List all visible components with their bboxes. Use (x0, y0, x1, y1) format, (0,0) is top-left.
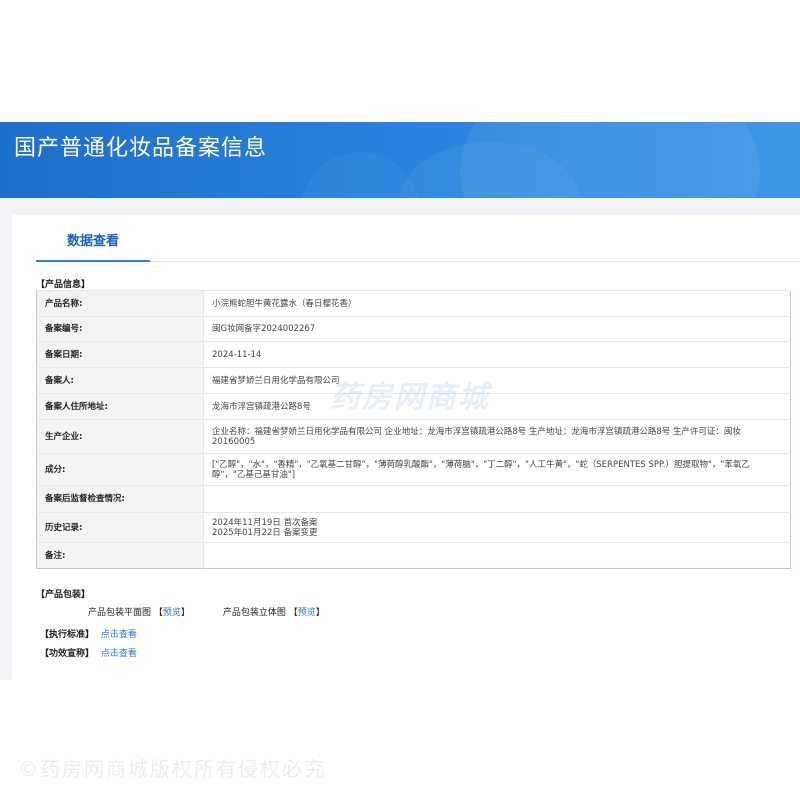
packaging-3d: 产品包装立体图 【预览】 (222, 608, 325, 618)
banner-decoration (300, 152, 420, 198)
filer-value: 福建省梦娇兰日用化学品有限公司 (203, 367, 791, 394)
filing-number-key: 备案编号: (36, 316, 204, 342)
filer-key: 备案人: (36, 367, 204, 394)
claims-row: 【功效宣称】 点击查看 (40, 648, 137, 660)
preview-flat-link[interactable]: 预览 (163, 608, 181, 618)
post-filing-inspection-key: 备案后监督检查情况: (36, 485, 204, 513)
standard-label: 【执行标准】 (40, 630, 95, 640)
header-banner: 国产普通化妆品备案信息 (0, 122, 800, 198)
filing-date-key: 备案日期: (36, 341, 204, 368)
packaging-row: 产品包装平面图 【预览】 产品包装立体图 【预览】 (88, 607, 355, 619)
table-row: 历史记录: 2024年11月19日 首次备案 2025年01月22日 备案变更 (36, 512, 791, 543)
remarks-value (203, 542, 791, 569)
history-value: 2024年11月19日 首次备案 2025年01月22日 备案变更 (203, 512, 791, 543)
claims-label: 【功效宣称】 (40, 649, 95, 659)
preview-3d-link[interactable]: 预览 (298, 608, 316, 618)
ingredients-key: 成分: (36, 453, 204, 486)
packaging-label: 【产品包装】 (36, 590, 91, 600)
table-row: 备案编号: 闽G妆网备字2024002267 (36, 316, 791, 342)
standard-row: 【执行标准】 点击查看 (40, 629, 137, 641)
manufacturer-key: 生产企业: (36, 419, 204, 454)
packaging-3d-label: 产品包装立体图 (222, 608, 286, 618)
filing-date-value: 2024-11-14 (203, 341, 791, 368)
standard-view-link[interactable]: 点击查看 (101, 630, 137, 640)
ingredients-value: ["乙醇"，"水"，"香精"，"乙氧基二甘醇"，"薄荷醇乳酸酯"，"薄荷脑"，"… (203, 453, 791, 486)
tab-bar: 数据查看 (36, 227, 800, 262)
copyright-watermark: ©药房网商城版权所有侵权必究 (18, 757, 326, 781)
filing-number-value: 闽G妆网备字2024002267 (203, 316, 791, 342)
content-panel: 数据查看 【产品信息】 产品名称: 小浣熊蛇胆牛黄花露水（春日樱花香） 备案编号: 闽… (12, 215, 800, 680)
table-row: 备案人: 福建省梦娇兰日用化学品有限公司 (36, 367, 791, 394)
history-key: 历史记录: (36, 512, 204, 543)
packaging-flat-label: 产品包装平面图 (88, 608, 152, 618)
table-row: 备案人住所地址: 龙海市浮宫镇疏港公路8号 (36, 393, 791, 420)
filer-address-value: 龙海市浮宫镇疏港公路8号 (203, 393, 791, 420)
filer-address-key: 备案人住所地址: (36, 393, 204, 420)
table-row: 生产企业: 企业名称：福建省梦娇兰日用化学品有限公司 企业地址：龙海市浮宫镇疏港公… (36, 419, 791, 454)
page-title: 国产普通化妆品备案信息 (14, 136, 268, 161)
tab-data-view[interactable]: 数据查看 (36, 227, 150, 262)
remarks-key: 备注: (36, 542, 204, 569)
claims-view-link[interactable]: 点击查看 (101, 649, 137, 659)
manufacturer-value: 企业名称：福建省梦娇兰日用化学品有限公司 企业地址：龙海市浮宫镇疏港公路8号 生… (203, 419, 791, 454)
table-row: 备案后监督检查情况: (36, 485, 791, 513)
table-row: 备注: (36, 542, 791, 569)
table-row: 备案日期: 2024-11-14 (36, 341, 791, 368)
product-name-value: 小浣熊蛇胆牛黄花露水（春日樱花香） (203, 290, 791, 317)
product-name-key: 产品名称: (36, 290, 204, 317)
packaging-flat: 产品包装平面图 【预览】 (88, 608, 190, 618)
post-filing-inspection-value (203, 485, 791, 513)
table-row: 成分: ["乙醇"，"水"，"香精"，"乙氧基二甘醇"，"薄荷醇乳酸酯"，"薄荷脑… (36, 453, 791, 486)
product-info-table: 产品名称: 小浣熊蛇胆牛黄花露水（春日樱花香） 备案编号: 闽G妆网备字2024002… (36, 290, 791, 569)
table-row: 产品名称: 小浣熊蛇胆牛黄花露水（春日樱花香） (36, 290, 791, 317)
